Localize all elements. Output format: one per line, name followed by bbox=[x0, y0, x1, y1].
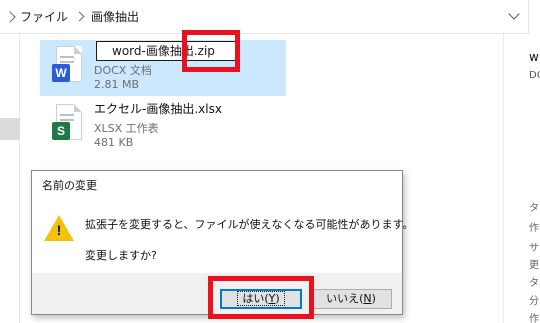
details-title: w bbox=[529, 50, 539, 64]
chevron-right-icon[interactable] bbox=[4, 10, 16, 23]
file-size: 481 KB bbox=[94, 136, 134, 149]
word-file-icon: W bbox=[50, 46, 84, 88]
excel-file-icon: S bbox=[50, 104, 84, 146]
no-label-text: いいえ bbox=[326, 292, 360, 305]
divider bbox=[528, 0, 529, 34]
document-line bbox=[60, 61, 74, 63]
file-name: エクセル-画像抽出.xlsx bbox=[94, 102, 222, 116]
details-subtitle: DOCX bbox=[529, 70, 540, 81]
details-label: タ bbox=[529, 278, 539, 289]
dialog-question: 変更しますか? bbox=[85, 249, 157, 262]
details-label: 分 bbox=[529, 296, 539, 307]
nav-selected-item[interactable] bbox=[0, 118, 20, 140]
no-button[interactable]: いいえ(N) bbox=[310, 289, 392, 309]
file-type: DOCX 文档 bbox=[94, 64, 152, 77]
document-line bbox=[60, 119, 74, 121]
dialog-body: ! 拡張子を変更すると、ファイルが使えなくなる可能性があります。 変更しますか? bbox=[32, 201, 413, 273]
word-badge-icon: W bbox=[52, 64, 70, 82]
details-label: 作 bbox=[529, 223, 539, 234]
chevron-right-icon[interactable] bbox=[74, 11, 85, 22]
highlight-box-yes-button bbox=[208, 276, 314, 319]
highlight-box-extension bbox=[182, 30, 240, 72]
document-line bbox=[60, 56, 74, 58]
chevron-down-icon[interactable] bbox=[508, 8, 520, 20]
dialog-message: 拡張子を変更すると、ファイルが使えなくなる可能性があります。 bbox=[85, 218, 414, 231]
document-line bbox=[60, 114, 74, 116]
details-label: サ bbox=[529, 243, 539, 254]
details-label: 更 bbox=[529, 260, 539, 271]
details-pane: w DOCX タ 作 サ 更 タ 分 作 bbox=[503, 34, 540, 323]
file-type: XLSX 工作表 bbox=[94, 122, 159, 135]
excel-badge-icon: S bbox=[52, 122, 70, 140]
warning-icon: ! bbox=[44, 215, 74, 243]
details-label: 作 bbox=[529, 314, 539, 323]
dialog-title: 名前の変更 bbox=[32, 171, 402, 201]
file-size: 2.81 MB bbox=[94, 78, 140, 91]
no-accelerator-key: N bbox=[363, 292, 372, 305]
navigation-pane[interactable] bbox=[0, 34, 20, 323]
file-item-excel[interactable]: S エクセル-画像抽出.xlsx XLSX 工作表 481 KB bbox=[40, 98, 286, 154]
breadcrumb-item[interactable]: 画像抽出 bbox=[91, 8, 139, 25]
breadcrumb-item[interactable]: ファイル bbox=[20, 8, 68, 25]
details-label: タ bbox=[529, 203, 539, 214]
address-bar[interactable]: ファイル 画像抽出 bbox=[0, 0, 528, 34]
